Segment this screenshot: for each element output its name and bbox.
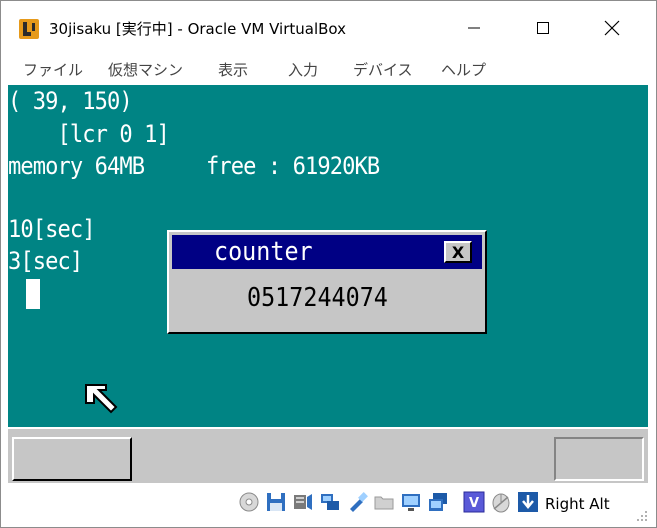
mouse-coordinates: ( 39, 150) (8, 87, 133, 115)
network-icon[interactable] (319, 491, 341, 513)
host-key-label: Right Alt (545, 495, 610, 513)
virtualbox-app-icon (19, 19, 39, 39)
title-bar[interactable]: 30jisaku [実行中] - Oracle VM VirtualBox (1, 1, 656, 55)
minimize-button[interactable] (447, 1, 501, 55)
counter-value: 0517244074 (247, 283, 388, 313)
keyboard-status: [lcr 0 1] (8, 120, 169, 148)
resize-grip-icon[interactable] (635, 509, 649, 523)
counter-close-button[interactable]: X (444, 241, 472, 263)
text-cursor (26, 279, 40, 309)
mouse-pointer-icon (85, 384, 118, 414)
timer-10sec: 10[sec] (8, 215, 96, 243)
counter-window[interactable]: counter X 0517244074 (167, 230, 487, 334)
counter-title-bar[interactable]: counter X (172, 235, 482, 269)
maximize-icon (537, 22, 549, 34)
taskbar-tray (554, 437, 644, 481)
optical-disk-icon[interactable] (238, 491, 260, 513)
close-button[interactable] (585, 1, 639, 55)
close-icon: X (451, 242, 465, 262)
menu-view[interactable]: 表示 (218, 59, 248, 80)
counter-title: counter (214, 237, 313, 267)
display-icon[interactable] (400, 491, 422, 513)
close-icon (604, 20, 620, 36)
guest-screen[interactable]: ( 39, 150) [lcr 0 1] memory 64MB free : … (8, 85, 648, 483)
maximize-button[interactable] (516, 1, 570, 55)
menu-machine[interactable]: 仮想マシン (108, 59, 183, 80)
virtualbox-window: 30jisaku [実行中] - Oracle VM VirtualBox ファ… (0, 0, 657, 528)
audio-icon[interactable] (292, 491, 314, 513)
svg-text:V: V (469, 496, 479, 511)
keyboard-capture-icon[interactable] (517, 491, 539, 513)
memory-info: memory 64MB free : 61920KB (8, 152, 380, 180)
guest-taskbar (8, 427, 648, 483)
floppy-icon[interactable] (265, 491, 287, 513)
menu-devices[interactable]: デバイス (353, 59, 413, 80)
menu-bar: ファイル 仮想マシン 表示 入力 デバイス ヘルプ (1, 55, 656, 85)
timer-3sec: 3[sec] (8, 247, 83, 275)
window-title: 30jisaku [実行中] - Oracle VM VirtualBox (49, 20, 347, 38)
shared-folder-icon[interactable] (373, 491, 395, 513)
mouse-integration-icon[interactable] (490, 491, 512, 513)
menu-help[interactable]: ヘルプ (441, 59, 486, 80)
recording-icon[interactable] (427, 491, 449, 513)
minimize-icon (468, 27, 480, 29)
status-bar: V Right Alt (1, 483, 656, 527)
menu-file[interactable]: ファイル (23, 59, 83, 80)
virtualization-icon[interactable]: V (463, 491, 485, 513)
taskbar-start-button[interactable] (12, 437, 132, 481)
menu-input[interactable]: 入力 (288, 59, 318, 80)
usb-icon[interactable] (346, 491, 368, 513)
